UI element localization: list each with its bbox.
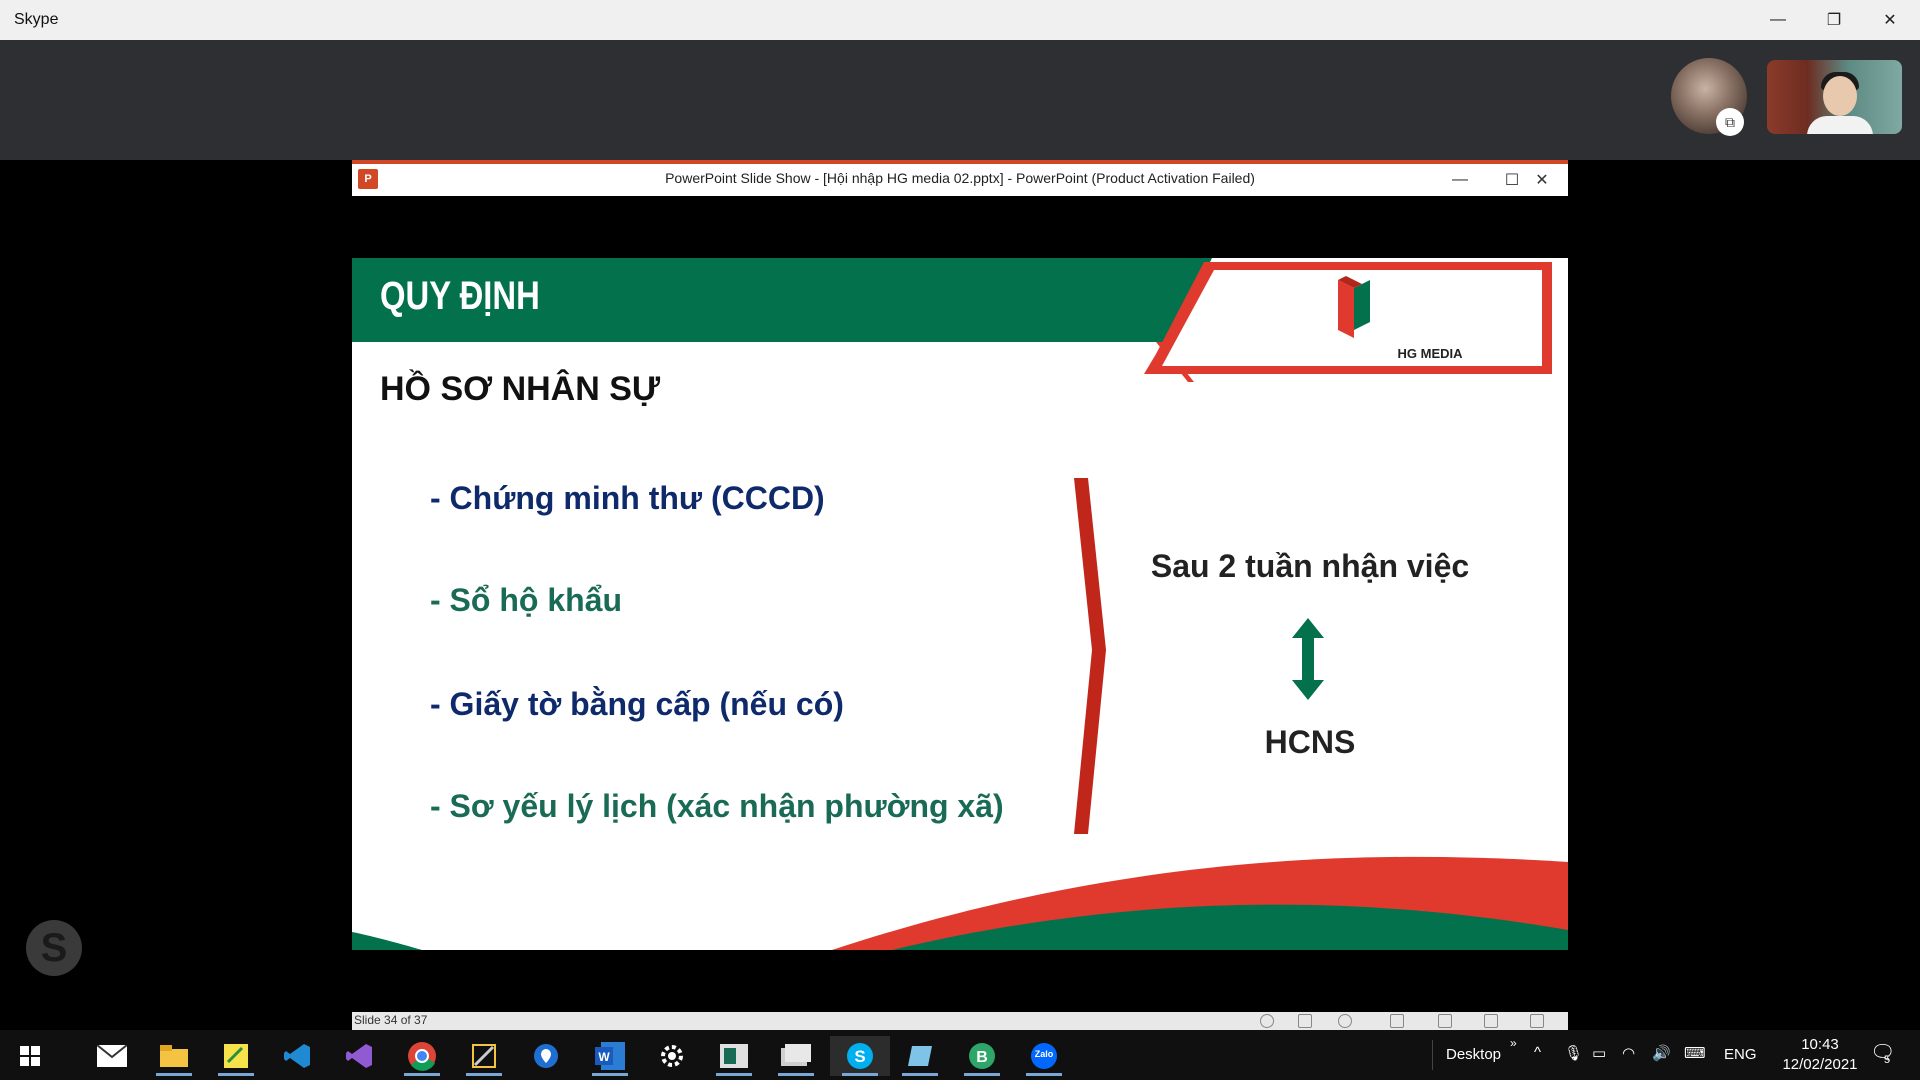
snipping-tool-icon[interactable] [460,1036,508,1076]
language-indicator[interactable]: ENG [1724,1046,1757,1063]
sticky-app-icon[interactable] [212,1036,260,1076]
notes-icon[interactable] [896,1036,944,1076]
slide-margin [352,196,1568,258]
notification-count: 5 [1884,1054,1891,1066]
slide-header-title: QUY ĐỊNH [380,274,540,318]
zalo-icon[interactable]: Zalo [1020,1036,1068,1076]
slide-canvas[interactable]: QUY ĐỊNH HG MEDIA HỒ SƠ NHÂN SỰ - Chứng … [352,258,1568,950]
notification-center-icon[interactable]: 🗨 [1870,1040,1895,1065]
popout-icon[interactable]: ⧉ [1716,108,1744,136]
ppt-minimize-button[interactable]: — [1434,164,1486,196]
next-slide-icon[interactable] [1338,1014,1352,1028]
ppt-close-button[interactable]: ✕ [1516,164,1568,196]
participant-video-tile[interactable] [1767,60,1902,134]
clock-time[interactable]: 10:43 [1790,1036,1850,1053]
battery-icon[interactable]: ▭ [1592,1044,1606,1062]
reading-view-icon[interactable] [1484,1014,1498,1028]
skype-titlebar: Skype — ❐ ✕ [0,0,1920,40]
ppt-status-bar: Slide 34 of 37 [352,1012,1568,1030]
list-item: - Sơ yếu lý lịch (xác nhận phường xã) [430,788,1004,824]
right-bracket-shape [1074,478,1106,834]
svg-text:S: S [854,1047,865,1066]
volume-icon[interactable]: 🔊 [1652,1044,1671,1062]
microphone-icon[interactable]: 🎙 [1564,1044,1583,1062]
slide-counter: Slide 34 of 37 [354,1013,428,1027]
svg-text:W: W [598,1050,610,1064]
word-icon[interactable]: W [586,1036,634,1076]
powerpoint-window-title: PowerPoint Slide Show - [Hội nhập HG med… [665,170,1255,186]
desktop-toolbar-label[interactable]: Desktop [1446,1046,1501,1063]
toolbar-chevron-icon[interactable]: » [1510,1036,1517,1050]
taskbar-divider [1432,1040,1433,1070]
photo-app-icon[interactable] [772,1036,820,1076]
hg-media-logo [1132,258,1568,382]
skype-window-title: Skype [14,11,59,28]
settings-icon[interactable] [648,1036,696,1076]
right-bottom-text: HCNS [1264,724,1356,760]
wifi-icon[interactable]: ◠ [1622,1044,1635,1062]
chrome-icon[interactable] [398,1036,446,1076]
double-arrow-icon [1292,618,1324,700]
prev-slide-icon[interactable] [1260,1014,1274,1028]
powerpoint-titlebar: P PowerPoint Slide Show - [Hội nhập HG m… [352,160,1568,196]
notes-icon[interactable] [1298,1014,1312,1028]
section-title: HỒ SƠ NHÂN SỰ [380,370,661,408]
logo-text: HG MEDIA [1397,346,1463,361]
show-hidden-icons-icon[interactable]: ^ [1534,1044,1541,1061]
slideshow-view-icon[interactable] [1530,1014,1544,1028]
restore-button[interactable]: ❐ [1806,0,1862,40]
remote-app-icon[interactable] [710,1036,758,1076]
skype-watermark-icon: S [26,920,82,976]
right-top-text: Sau 2 tuần nhận việc [1150,548,1470,584]
visual-studio-icon[interactable] [336,1036,384,1076]
svg-text:B: B [976,1049,988,1066]
minimize-button[interactable]: — [1750,0,1806,40]
start-icon[interactable] [6,1036,54,1076]
vscode-icon[interactable] [274,1036,322,1076]
app-b-icon[interactable]: B [958,1036,1006,1076]
list-item: - Chứng minh thư (CCCD) [430,480,825,516]
file-explorer-icon[interactable] [150,1036,198,1076]
zalo-label: Zalo [1034,1049,1054,1059]
clock-date[interactable]: 12/02/2021 [1770,1056,1870,1073]
skype-icon[interactable]: S [830,1036,890,1076]
keyboard-icon[interactable]: ⌨ [1684,1044,1706,1062]
close-button[interactable]: ✕ [1862,0,1918,40]
list-item: - Sổ hộ khẩu [430,582,622,618]
list-item: - Giấy tờ bằng cấp (nếu có) [430,686,844,722]
taskbar: W S B Zalo Desktop » ^ 🎙 ▭ ◠ 🔊 ⌨ ENG 10:… [0,1030,1920,1080]
maps-icon[interactable] [522,1036,570,1076]
call-participants-bar [0,40,1920,160]
mail-icon[interactable] [88,1036,136,1076]
slide-sorter-icon[interactable] [1438,1014,1452,1028]
normal-view-icon[interactable] [1390,1014,1404,1028]
